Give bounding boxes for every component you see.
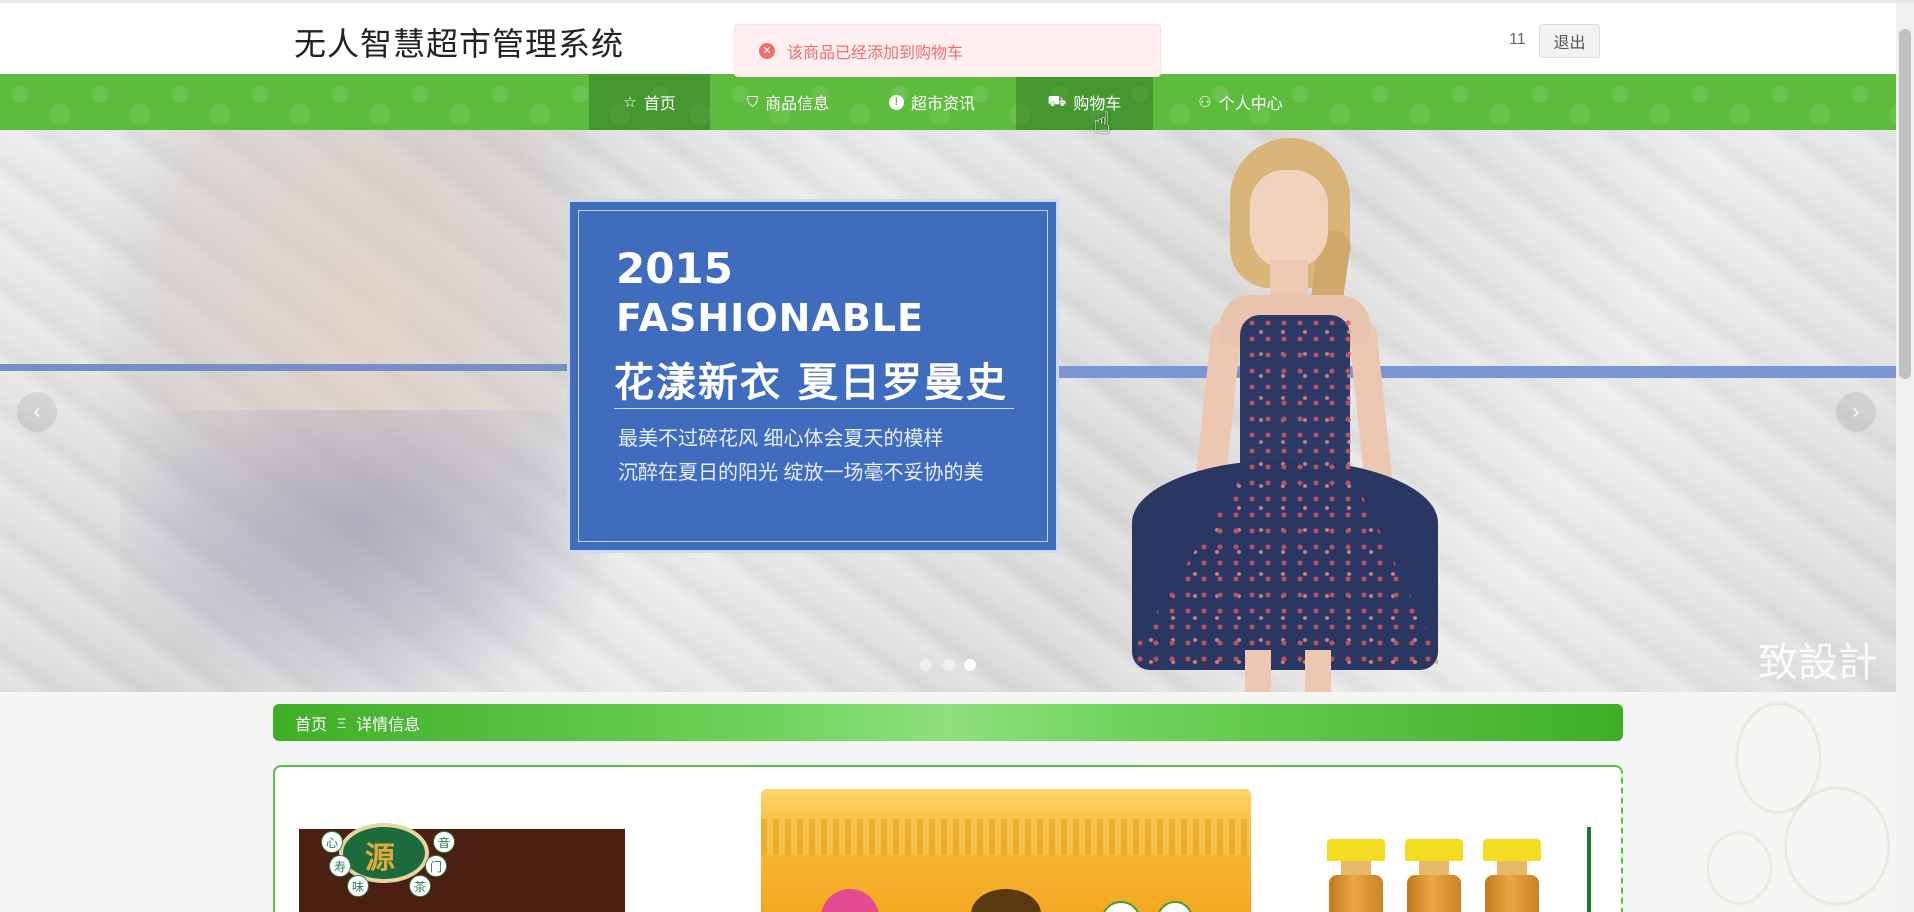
model-face — [1250, 170, 1328, 270]
chevron-right-icon: › — [1852, 400, 1860, 423]
page-scrollbar[interactable] — [1896, 3, 1914, 912]
promo-year: 2015 — [616, 244, 733, 293]
bottle-body — [1329, 875, 1383, 912]
bag-graphic — [971, 889, 1041, 912]
breadcrumb-home[interactable]: 首页 — [295, 711, 327, 735]
hand-cursor-icon: ☝ — [1093, 107, 1112, 140]
nav-item-news[interactable]: ! 超市资讯 — [872, 74, 992, 130]
nav-item-products[interactable]: ⛉ 商品信息 — [728, 74, 848, 130]
carousel-dot[interactable] — [920, 659, 932, 671]
breadcrumb: 首页 Ξ 详情信息 — [273, 704, 1623, 741]
nav-item-home[interactable]: ☆ 首页 — [589, 74, 710, 130]
bottle — [1405, 839, 1463, 912]
carousel-dot-active[interactable] — [964, 659, 976, 671]
bottle-neck — [1497, 861, 1527, 875]
toast-text: 该商品已经添加到购物车 — [787, 44, 964, 62]
bottle — [1327, 839, 1385, 912]
site-title: 无人智慧超市管理系统 — [294, 25, 625, 63]
promo-text-line: 沉醉在夏日的阳光 绽放一场毫不妥协的美 — [618, 462, 984, 484]
model-leg — [1305, 650, 1331, 692]
carousel-prev-button[interactable]: ‹ — [17, 392, 57, 432]
nav-item-profile[interactable]: ⚇ 个人中心 — [1173, 74, 1308, 130]
bag-graphic — [821, 889, 879, 912]
star-icon: ☆ — [623, 94, 637, 111]
carousel-dot[interactable] — [943, 659, 955, 671]
logout-button[interactable]: 退出 — [1539, 24, 1600, 58]
seal-char: 心 — [321, 831, 343, 853]
banner-stripe — [0, 364, 570, 371]
product-detail-panel: 源 心 音 寿 门 味 茶 — [273, 765, 1623, 912]
bottle — [1483, 839, 1541, 912]
promo-text-line: 最美不过碎花风 细心体会夏天的模样 — [618, 428, 944, 450]
error-icon: ✕ — [759, 42, 775, 59]
cart-icon: ⛟ — [1047, 92, 1067, 110]
username: 11 — [1509, 31, 1526, 48]
bottle-neck — [1341, 861, 1371, 875]
bottle-cap — [1327, 839, 1385, 861]
seal-char: 门 — [425, 855, 447, 877]
nav-item-label: 超市资讯 — [910, 96, 975, 113]
toast-message: ✕ 该商品已经添加到购物车 — [734, 24, 1161, 77]
main-nav: ☆ 首页 ⛉ 商品信息 ! 超市资讯 ⛟ 购物车 ⚇ 个人中心 — [0, 74, 1896, 130]
shopping-bag-icon: ⛉ — [746, 93, 759, 111]
seal-char: 寿 — [329, 855, 351, 877]
scrollbar-thumb[interactable] — [1899, 29, 1911, 379]
certification-badge-icon — [1101, 901, 1141, 912]
product-image-tea[interactable]: 源 心 音 寿 门 味 茶 — [299, 823, 625, 912]
model-leg — [1245, 650, 1271, 692]
brand-logo: 源 — [339, 823, 429, 883]
bottle-body — [1407, 875, 1461, 912]
nav-item-label: 个人中心 — [1218, 96, 1283, 113]
bottle-body — [1485, 875, 1539, 912]
model-image — [1120, 130, 1450, 692]
bottle-cap — [1405, 839, 1463, 861]
breadcrumb-current: 详情信息 — [356, 716, 421, 734]
bottle-neck — [1419, 861, 1449, 875]
promo-divider — [614, 408, 1014, 409]
carousel-next-button[interactable]: › — [1836, 392, 1876, 432]
product-image-bottles[interactable] — [1321, 827, 1591, 912]
bottle-cap — [1483, 839, 1541, 861]
promo-card: 2015 FASHIONABLE 花漾新衣 夏日罗曼史 最美不过碎花风 细心体会… — [567, 199, 1059, 553]
chevron-left-icon: ‹ — [33, 400, 41, 423]
floral-decoration — [1700, 692, 1896, 912]
bag-stripe — [761, 819, 1251, 855]
banner-carousel: 2015 FASHIONABLE 花漾新衣 夏日罗曼史 最美不过碎花风 细心体会… — [0, 130, 1896, 692]
seal-char: 味 — [347, 875, 369, 897]
info-icon: ! — [888, 94, 904, 110]
certification-badge-icon — [1157, 901, 1193, 912]
product-image-bag[interactable] — [761, 789, 1251, 912]
promo-word: FASHIONABLE — [616, 296, 924, 340]
seal-char: 音 — [433, 831, 455, 853]
user-icon: ⚇ — [1198, 94, 1212, 111]
promo-headline: 花漾新衣 夏日罗曼史 — [614, 359, 1008, 406]
banner-ghost-dress — [120, 410, 600, 692]
nav-item-cart[interactable]: ⛟ 购物车 — [1016, 74, 1153, 130]
seal-char: 茶 — [409, 875, 431, 897]
nav-item-label: 商品信息 — [765, 96, 830, 113]
nav-item-label: 首页 — [643, 96, 676, 113]
watermark-logo: 致設計 — [1758, 640, 1878, 686]
breadcrumb-separator-icon: Ξ — [337, 714, 347, 731]
brand-logo-text: 源 — [365, 841, 395, 876]
